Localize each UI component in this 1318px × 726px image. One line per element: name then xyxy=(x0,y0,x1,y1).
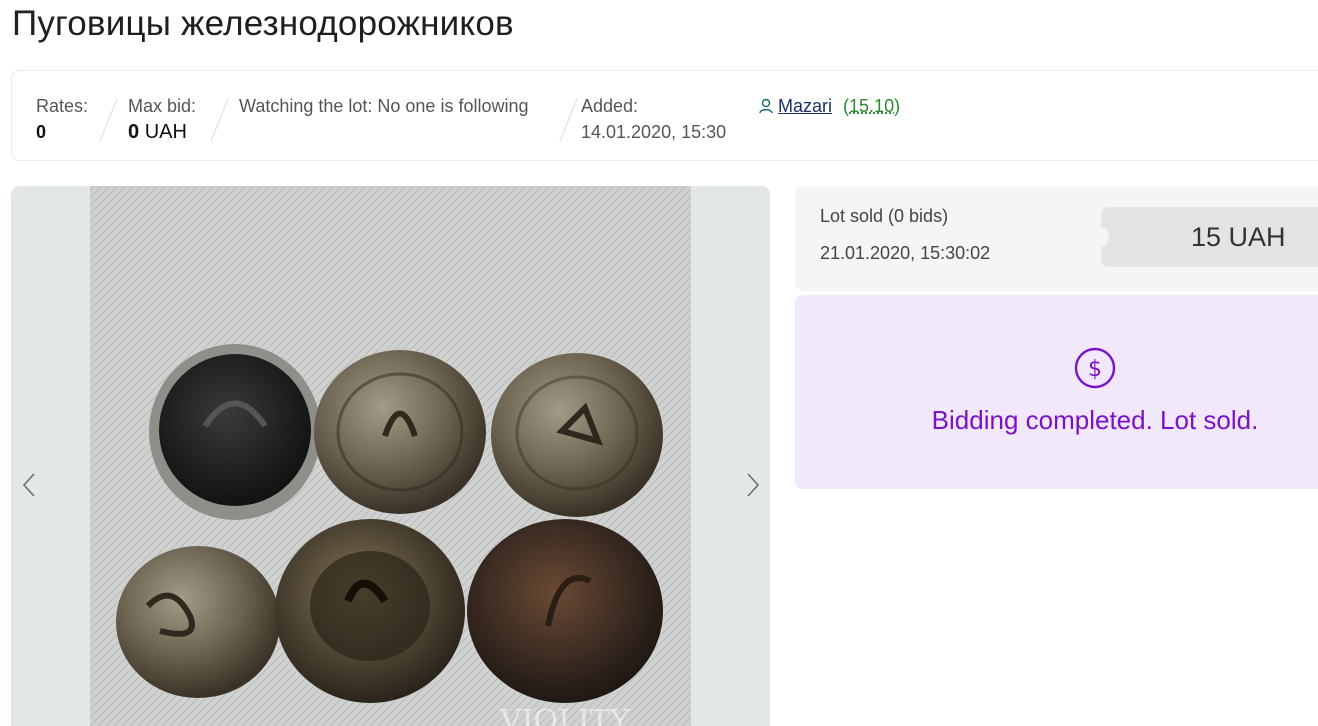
divider xyxy=(559,98,578,142)
divider xyxy=(210,98,229,142)
bidding-completed-message: Bidding completed. Lot sold. xyxy=(931,405,1259,435)
seller-rating[interactable]: 15.10 xyxy=(849,96,894,116)
prev-image-button[interactable] xyxy=(16,472,42,498)
watermark-text: VIOLITY xyxy=(499,704,631,726)
bidding-completed-panel: $ Bidding completed. Lot sold. xyxy=(795,295,1318,489)
seller-link[interactable]: Mazari xyxy=(778,96,832,116)
max-bid-label: Max bid: xyxy=(128,96,197,116)
image-gallery: VIOLITY xyxy=(11,186,770,726)
watching-text: Watching the lot: No one is following xyxy=(239,96,529,116)
watching-cell: Watching the lot: No one is following xyxy=(239,93,529,119)
final-price-tag: 15 UAH xyxy=(1095,207,1318,267)
next-image-button[interactable] xyxy=(740,472,766,498)
page-title: Пуговицы железнодорожников xyxy=(12,4,514,43)
added-value: 14.01.2020, 15:30 xyxy=(581,122,727,142)
lot-photo[interactable]: VIOLITY xyxy=(90,186,691,726)
svg-text:$: $ xyxy=(1088,357,1102,382)
rates-value: 0 xyxy=(36,122,47,142)
divider xyxy=(99,98,118,142)
chevron-right-icon xyxy=(747,473,760,497)
user-icon xyxy=(759,95,773,121)
max-bid-value: 0 xyxy=(128,121,140,143)
rates-label: Rates: xyxy=(36,96,89,116)
dollar-circle-icon: $ xyxy=(1074,347,1116,394)
seller-cell: Mazari (15.10) xyxy=(759,93,900,121)
lot-info-bar: Rates: 0 Max bid: 0 UAH Watching the lot… xyxy=(11,70,1318,161)
chevron-left-icon xyxy=(22,473,35,497)
lot-status-card: Lot sold (0 bids) 21.01.2020, 15:30:02 1… xyxy=(795,186,1318,291)
lot-sold-date: 21.01.2020, 15:30:02 xyxy=(820,243,991,263)
max-bid-currency: UAH xyxy=(144,121,187,143)
added-cell: Added: 14.01.2020, 15:30 xyxy=(581,93,726,145)
lot-sold-text: Lot sold (0 bids) xyxy=(820,206,949,226)
buttons-photo: VIOLITY xyxy=(90,186,691,726)
rates-cell: Rates: 0 xyxy=(36,93,88,145)
added-label: Added: xyxy=(581,96,639,116)
final-price: 15 UAH xyxy=(1191,221,1286,252)
max-bid-cell: Max bid: 0 UAH xyxy=(128,93,196,145)
rating-close-paren: ) xyxy=(894,96,901,116)
